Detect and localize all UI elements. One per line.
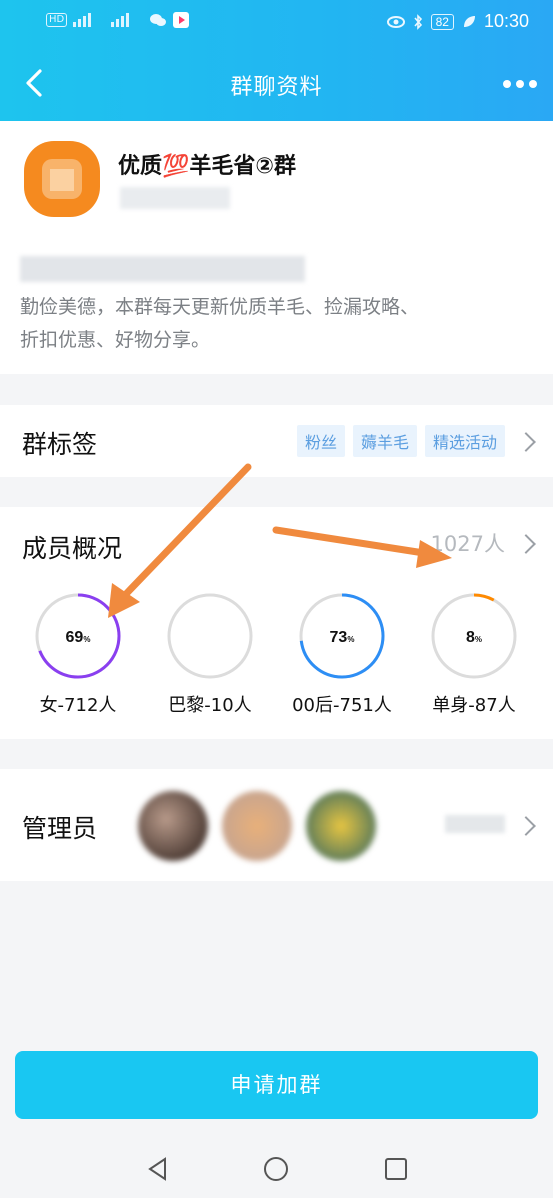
stat-single: 8% 单身-87人: [408, 591, 540, 717]
tag-deals: 薅羊毛: [352, 425, 417, 457]
progress-ring: 8%: [431, 593, 517, 679]
system-nav-bar: [0, 1138, 553, 1198]
progress-ring: 73%: [299, 593, 385, 679]
group-id-blurred: [120, 187, 230, 209]
tag-list: 粉丝 薅羊毛 精选活动: [296, 425, 505, 457]
stat-female: 69% 女-712人: [12, 591, 144, 717]
nav-recent-icon[interactable]: [383, 1156, 409, 1182]
admin-avatar[interactable]: [306, 791, 376, 861]
apply-join-button[interactable]: 申请加群: [15, 1051, 538, 1119]
stat-label: 女-712人: [39, 695, 117, 716]
progress-ring: [167, 593, 253, 679]
tag-fans: 粉丝: [296, 425, 345, 457]
admin-count-blurred: [445, 815, 505, 833]
group-profile-card: 优质💯羊毛省②群 勤俭美德，本群每天更新优质羊毛、捡漏攻略、 折扣优惠、好物分享…: [0, 121, 553, 374]
page-title: 群聊资料: [230, 75, 323, 100]
tags-label: 群标签: [22, 430, 98, 459]
tag-activities: 精选活动: [424, 425, 505, 457]
eye-icon: [386, 15, 405, 28]
intro-line: 折扣优惠、好物分享。: [20, 329, 211, 351]
stat-label: 00后-751人: [292, 695, 392, 716]
progress-ring: 69%: [35, 593, 121, 679]
nav-bar: 群聊资料: [0, 44, 553, 121]
group-name: 优质💯羊毛省②群: [118, 154, 297, 179]
more-options-icon[interactable]: [503, 80, 537, 88]
stat-label: 单身-87人: [432, 695, 516, 716]
video-app-icon: [173, 12, 190, 28]
members-overview: 成员概况 1027人 69% 女-712人 巴黎-10人 73% 00后-751…: [0, 507, 553, 739]
signal-icon: [111, 13, 143, 27]
battery-indicator: 82: [430, 13, 454, 30]
header-background: HD 82 10:30 群聊资料: [0, 0, 553, 121]
stat-location: 巴黎-10人: [144, 591, 276, 717]
status-right: 82 10:30: [386, 11, 529, 32]
nav-back-icon[interactable]: [145, 1156, 171, 1182]
admin-avatar[interactable]: [138, 791, 208, 861]
stat-label: 巴黎-10人: [168, 695, 252, 716]
chevron-right-icon[interactable]: [516, 534, 536, 554]
member-count[interactable]: 1027人: [431, 528, 505, 558]
bluetooth-icon: [413, 13, 422, 30]
ring-percent-unit: %: [83, 635, 90, 644]
chevron-right-icon: [516, 816, 536, 836]
status-left: HD: [46, 12, 190, 28]
ring-percent-unit: %: [475, 635, 482, 644]
signal-icon: [73, 13, 105, 27]
members-label[interactable]: 成员概况: [22, 529, 122, 565]
group-avatar[interactable]: [20, 137, 104, 221]
nav-home-icon[interactable]: [263, 1156, 289, 1182]
group-intro: 勤俭美德，本群每天更新优质羊毛、捡漏攻略、 折扣优惠、好物分享。: [20, 291, 535, 357]
intro-line: 勤俭美德，本群每天更新优质羊毛、捡漏攻略、: [20, 296, 420, 318]
intro-line-blurred: [20, 256, 305, 282]
ring-percent-unit: %: [347, 635, 354, 644]
status-bar: HD 82 10:30: [0, 0, 553, 44]
ring-percent: 69%: [66, 629, 91, 646]
group-tags-row[interactable]: 群标签 粉丝 薅羊毛 精选活动: [0, 405, 553, 477]
ring-percent: 8%: [466, 629, 482, 646]
admin-avatar[interactable]: [222, 791, 292, 861]
ring-percent: 73%: [330, 629, 355, 646]
leaf-icon: [463, 15, 475, 27]
admins-row[interactable]: 管理员: [0, 769, 553, 881]
chat-app-icon: [150, 14, 167, 26]
admins-label: 管理员: [22, 814, 98, 843]
chevron-right-icon: [516, 432, 536, 452]
hd-icon: HD: [46, 13, 68, 27]
stat-age: 73% 00后-751人: [276, 591, 408, 717]
clock: 10:30: [483, 11, 529, 31]
ring-track: [167, 593, 253, 679]
